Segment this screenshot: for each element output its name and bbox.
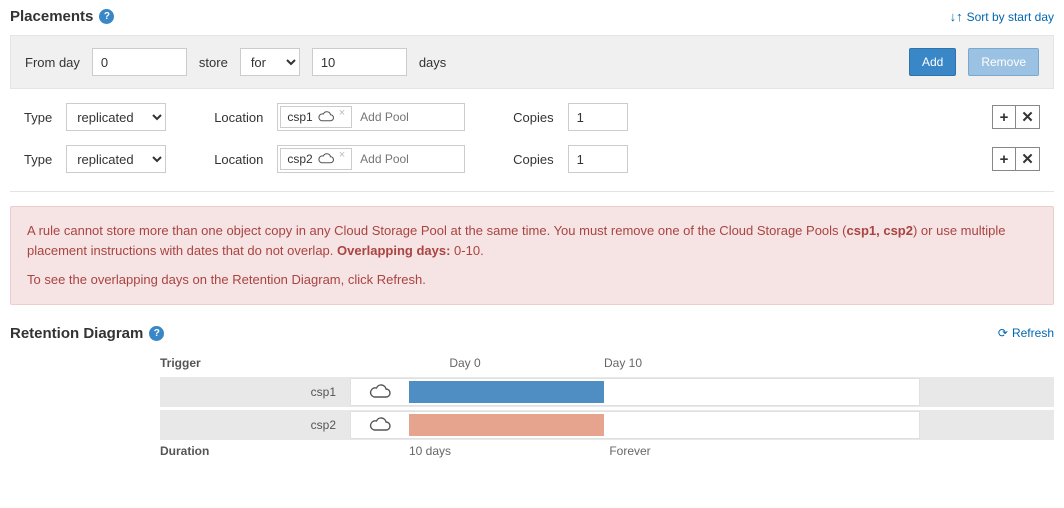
day0-label: Day 0 <box>448 356 482 370</box>
from-day-label: From day <box>25 55 80 70</box>
from-day-input[interactable] <box>92 48 187 76</box>
location-label: Location <box>214 110 263 125</box>
divider <box>10 191 1054 192</box>
add-pool-input[interactable] <box>354 105 464 129</box>
placement-row: Type replicated Location csp2 × Copies +… <box>10 131 1054 173</box>
type-label: Type <box>24 152 52 167</box>
store-mode-select[interactable]: for <box>240 48 300 76</box>
cloud-icon <box>317 153 335 165</box>
copies-input[interactable] <box>568 103 628 131</box>
alert-text: A rule cannot store more than one object… <box>27 223 846 238</box>
refresh-link[interactable]: ⟳ Refresh <box>998 326 1054 340</box>
duration-label: Duration <box>160 444 350 458</box>
duration-row: Duration 10 days Forever <box>160 444 1054 458</box>
duration-mid: 10 days <box>350 444 510 458</box>
type-select[interactable]: replicated <box>66 103 166 131</box>
placements-config-bar: From day store for days Add Remove <box>10 35 1054 89</box>
store-label: store <box>199 55 228 70</box>
chip-remove-icon[interactable]: × <box>339 107 345 119</box>
alert-pools: csp1, csp2 <box>846 223 913 238</box>
type-label: Type <box>24 110 52 125</box>
add-row-icon[interactable]: + <box>992 147 1016 171</box>
retention-header: Retention Diagram ? ⟳ Refresh <box>10 325 1054 342</box>
retention-title: Retention Diagram <box>10 325 143 342</box>
pool-chip[interactable]: csp1 × <box>280 106 352 128</box>
location-label: Location <box>214 152 263 167</box>
row-actions: + ✕ <box>992 147 1040 171</box>
diagram-axis: Trigger Day 0 Day 10 <box>160 352 1054 374</box>
location-group: csp1 × <box>277 103 465 131</box>
help-icon[interactable]: ? <box>149 326 164 341</box>
bar-track <box>350 411 920 439</box>
refresh-label: Refresh <box>1012 326 1054 340</box>
cloud-icon <box>317 111 335 123</box>
placements-header: Placements ? ↓↑ Sort by start day <box>10 8 1054 25</box>
bar-track <box>350 378 920 406</box>
add-button[interactable]: Add <box>909 48 956 76</box>
refresh-icon: ⟳ <box>998 326 1008 340</box>
pool-chip[interactable]: csp2 × <box>280 148 352 170</box>
add-pool-input[interactable] <box>354 147 464 171</box>
copies-label: Copies <box>513 110 553 125</box>
remove-row-icon[interactable]: ✕ <box>1016 105 1040 129</box>
copies-input[interactable] <box>568 145 628 173</box>
location-group: csp2 × <box>277 145 465 173</box>
alert-line2: To see the overlapping days on the Reten… <box>27 270 1037 290</box>
day10-label: Day 10 <box>604 356 642 370</box>
cloud-icon <box>351 417 409 433</box>
remove-button[interactable]: Remove <box>968 48 1039 76</box>
placements-title: Placements <box>10 8 93 25</box>
pool-chip-label: csp1 <box>287 110 312 124</box>
diagram-bar-row: csp2 <box>160 410 1054 440</box>
type-select[interactable]: replicated <box>66 145 166 173</box>
retention-title-wrap: Retention Diagram ? <box>10 325 164 342</box>
duration-end: Forever <box>510 444 750 458</box>
trigger-label: Trigger <box>160 356 420 370</box>
chip-remove-icon[interactable]: × <box>339 149 345 161</box>
cloud-icon <box>351 384 409 400</box>
days-label: days <box>419 55 446 70</box>
overlap-label: Overlapping days: <box>337 243 450 258</box>
store-days-input[interactable] <box>312 48 407 76</box>
overlap-value: 0-10. <box>450 243 483 258</box>
bar-name: csp1 <box>160 385 350 399</box>
placements-title-wrap: Placements ? <box>10 8 114 25</box>
remove-row-icon[interactable]: ✕ <box>1016 147 1040 171</box>
error-alert: A rule cannot store more than one object… <box>10 206 1054 305</box>
bar-fill <box>409 381 604 403</box>
sort-label: Sort by start day <box>967 10 1054 24</box>
help-icon[interactable]: ? <box>99 9 114 24</box>
sort-by-start-day-link[interactable]: ↓↑ Sort by start day <box>950 9 1054 24</box>
copies-label: Copies <box>513 152 553 167</box>
pool-chip-label: csp2 <box>287 152 312 166</box>
bar-fill <box>409 414 604 436</box>
row-actions: + ✕ <box>992 105 1040 129</box>
bar-name: csp2 <box>160 418 350 432</box>
retention-diagram: Trigger Day 0 Day 10 csp1 csp2 Duration … <box>10 352 1054 458</box>
add-row-icon[interactable]: + <box>992 105 1016 129</box>
placement-row: Type replicated Location csp1 × Copies +… <box>10 89 1054 131</box>
diagram-bar-row: csp1 <box>160 377 1054 407</box>
sort-arrows-icon: ↓↑ <box>950 9 963 24</box>
